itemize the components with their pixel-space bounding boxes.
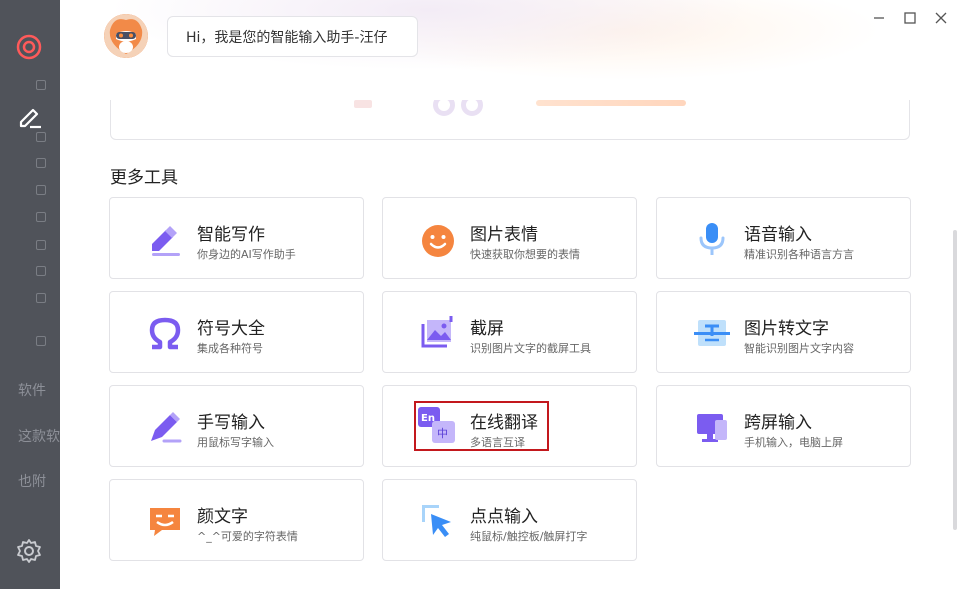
tool-card-kaomoji[interactable]: 颜文字 ^_^可爱的字符表情: [109, 479, 364, 561]
settings-gear-icon[interactable]: [16, 538, 42, 568]
tool-title: 截屏: [470, 319, 504, 339]
tool-description: 精准识别各种语言方言: [744, 248, 854, 261]
maximize-button[interactable]: [900, 8, 920, 28]
tool-card-handwriting[interactable]: 手写输入 用鼠标写字输入: [109, 385, 364, 467]
tool-card-screenshot[interactable]: 截屏 识别图片文字的截屏工具: [382, 291, 637, 373]
tool-description: 手机输入，电脑上屏: [744, 436, 843, 449]
tool-description: 集成各种符号: [197, 342, 263, 355]
tool-description: ^_^可爱的字符表情: [197, 530, 298, 543]
scrollbar[interactable]: [953, 230, 957, 530]
banner-decoration: [461, 100, 483, 116]
screenshot-crop-icon: [419, 314, 457, 352]
banner-decoration: [536, 100, 686, 106]
tool-title: 图片表情: [470, 225, 538, 245]
background-menu-icon: [36, 212, 46, 222]
target-icon[interactable]: [16, 34, 42, 64]
background-menu-icon: [36, 293, 46, 303]
tool-title: 智能写作: [197, 225, 265, 245]
background-app-sidebar: 软件 这款软 也附: [0, 0, 60, 589]
tool-card-cross-screen[interactable]: 跨屏输入 手机输入，电脑上屏: [656, 385, 911, 467]
highlight-box: [414, 401, 549, 451]
tool-card-ai-writing[interactable]: 智能写作 你身边的AI写作助手: [109, 197, 364, 279]
pointer-click-icon: [419, 502, 457, 540]
tool-title: 语音输入: [744, 225, 812, 245]
greeting-text: Hi，我是您的智能输入助手-汪仔: [186, 29, 388, 46]
cross-screen-icon: [693, 408, 731, 446]
omega-symbol-icon: [146, 314, 184, 352]
tool-card-image-to-text[interactable]: 图片转文字 智能识别图片文字内容: [656, 291, 911, 373]
background-menu-icon: [36, 266, 46, 276]
background-text: 软件: [18, 383, 46, 399]
background-text: 也附: [18, 474, 46, 490]
background-menu-icon: [36, 336, 46, 346]
tools-window: Hi，我是您的智能输入助手-汪仔 更多工具 智能写作 你身边的AI写作助手 图片…: [60, 0, 960, 589]
tool-description: 你身边的AI写作助手: [197, 248, 296, 261]
tool-title: 颜文字: [197, 507, 248, 527]
tool-description: 智能识别图片文字内容: [744, 342, 854, 355]
tool-title: 跨屏输入: [744, 413, 812, 433]
handwriting-pen-icon: [146, 408, 184, 446]
tool-card-image-emoji[interactable]: 图片表情 快速获取你想要的表情: [382, 197, 637, 279]
featured-banner[interactable]: [110, 100, 910, 140]
image-to-text-icon: [693, 314, 731, 352]
minimize-button[interactable]: [869, 8, 889, 28]
tool-card-click-input[interactable]: 点点输入 纯鼠标/触控板/触屏打字: [382, 479, 637, 561]
tool-description: 纯鼠标/触控板/触屏打字: [470, 530, 588, 543]
banner-decoration: [433, 100, 455, 116]
edit-icon[interactable]: [16, 102, 44, 134]
tool-title: 手写输入: [197, 413, 265, 433]
tool-title: 符号大全: [197, 319, 265, 339]
mascot-avatar: [104, 14, 148, 58]
smiley-face-icon: [419, 220, 457, 258]
background-menu-icon: [36, 132, 46, 142]
close-button[interactable]: [931, 8, 951, 28]
background-menu-icon: [36, 158, 46, 168]
pen-writing-icon: [146, 220, 184, 258]
tool-description: 用鼠标写字输入: [197, 436, 274, 449]
tool-title: 点点输入: [470, 507, 538, 527]
kaomoji-icon: [146, 502, 184, 540]
section-title: 更多工具: [110, 168, 178, 188]
background-menu-icon: [36, 240, 46, 250]
background-menu-icon: [36, 185, 46, 195]
background-menu-icon: [36, 80, 46, 90]
tool-card-voice-input[interactable]: 语音输入 精准识别各种语言方言: [656, 197, 911, 279]
tool-description: 识别图片文字的截屏工具: [470, 342, 591, 355]
tool-card-symbols[interactable]: 符号大全 集成各种符号: [109, 291, 364, 373]
tool-title: 图片转文字: [744, 319, 829, 339]
background-text: 这款软: [18, 429, 60, 445]
tool-description: 快速获取你想要的表情: [470, 248, 580, 261]
banner-decoration: [354, 100, 372, 108]
greeting-bubble: Hi，我是您的智能输入助手-汪仔: [167, 16, 418, 57]
microphone-icon: [693, 220, 731, 258]
